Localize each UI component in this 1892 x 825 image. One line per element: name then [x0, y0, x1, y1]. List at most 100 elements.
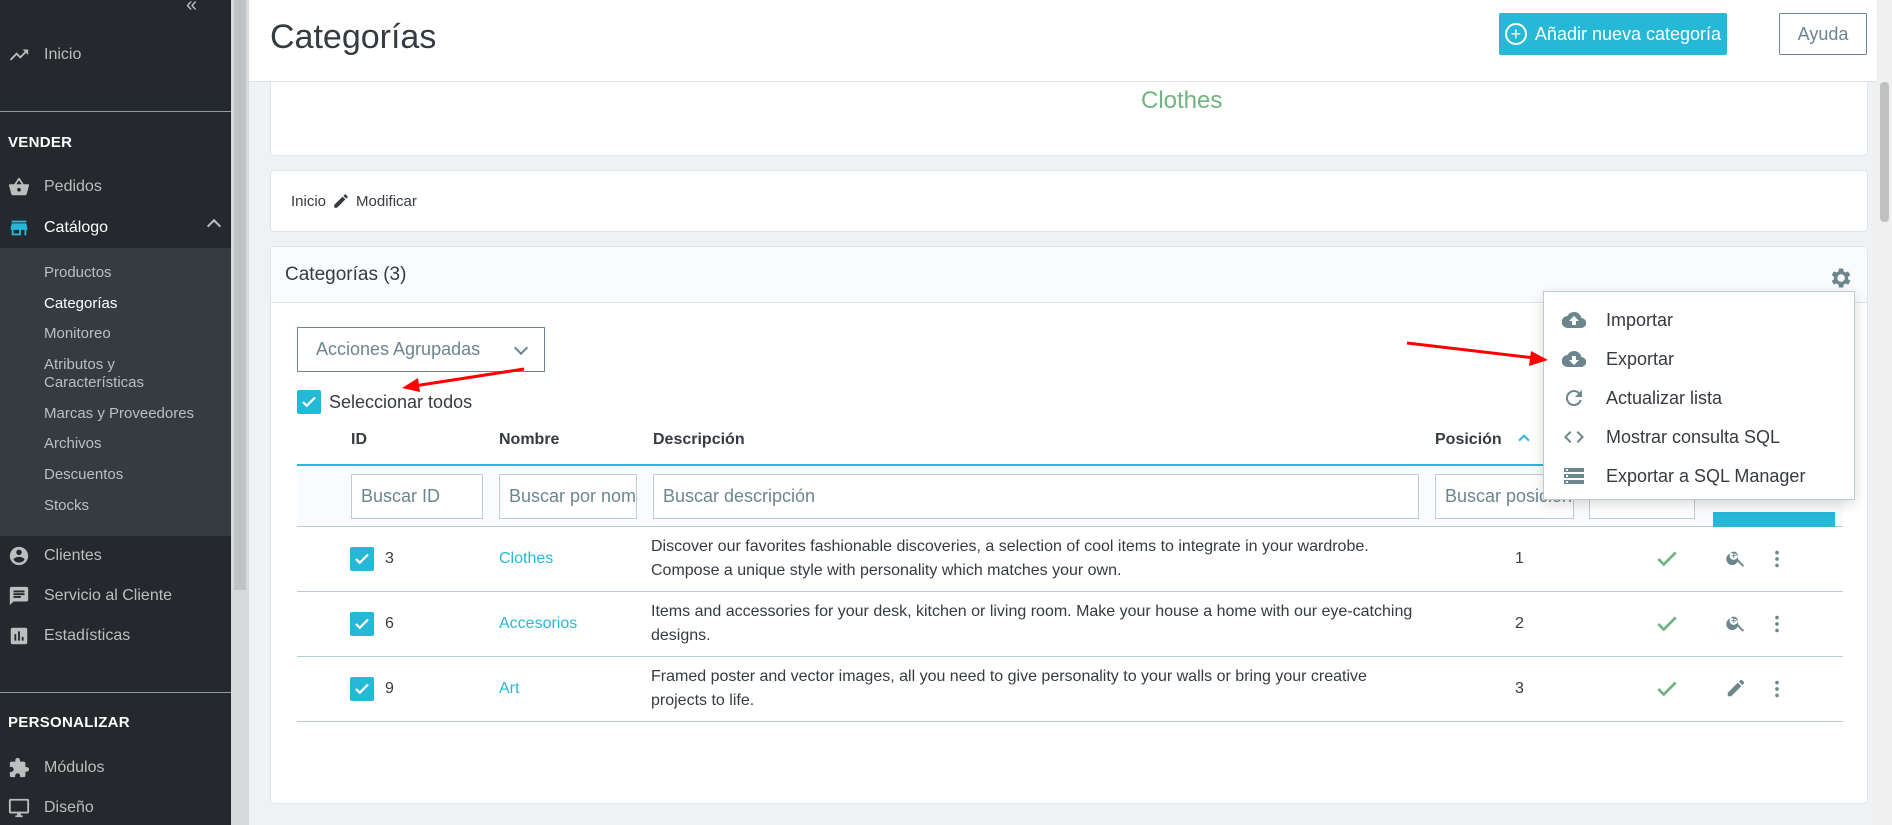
add-circle-icon: + [1504, 23, 1527, 45]
nav-servicio[interactable]: Servicio al Cliente [8, 585, 172, 607]
row-position: 3 [1515, 680, 1524, 697]
row-name-link[interactable]: Clothes [499, 550, 553, 568]
zoom-icon[interactable] [1725, 612, 1747, 634]
nav-pedidos[interactable]: Pedidos [8, 176, 102, 198]
page-header: Categorías + Añadir nueva categoría Ayud… [249, 0, 1877, 82]
list-title: Categorías (3) [285, 264, 407, 285]
zoom-icon[interactable] [1725, 547, 1747, 569]
row-name-link[interactable]: Art [499, 680, 519, 698]
column-name[interactable]: Nombre [499, 431, 559, 449]
check-icon[interactable] [1654, 611, 1680, 637]
category-summary-card: Clothes [270, 70, 1868, 156]
row-position: 2 [1515, 615, 1524, 632]
sidebar-scrollbar[interactable] [231, 0, 249, 825]
section-vender: VENDER [8, 134, 73, 151]
add-category-label: Añadir nueva categoría [1534, 23, 1722, 44]
annotation-arrow [402, 367, 525, 392]
nav-clientes[interactable]: Clientes [8, 545, 102, 567]
nav-estadisticas-label: Estadísticas [44, 627, 131, 644]
trending-up-icon [9, 49, 29, 61]
chat-icon [9, 586, 29, 606]
menu-item-import-label: Importar [1606, 309, 1674, 330]
submenu-monitoreo[interactable]: Monitoreo [44, 325, 111, 343]
table-row: 3 Clothes Discover our favorites fashion… [297, 527, 1843, 592]
collapse-sidebar-icon[interactable]: « [186, 0, 197, 17]
column-description[interactable]: Descripción [653, 431, 745, 449]
category-name-link[interactable]: Clothes [1141, 87, 1222, 115]
nav-diseno-label: Diseño [44, 799, 94, 816]
page-title: Categorías [270, 18, 437, 56]
more-vertical-icon[interactable] [1766, 678, 1788, 700]
row-checkbox[interactable] [350, 547, 374, 571]
row-id: 3 [385, 550, 394, 567]
submenu-descuentos[interactable]: Descuentos [44, 466, 123, 484]
list-options-dropdown: Importar Exportar Actualizar lista Mostr… [1543, 291, 1855, 500]
column-position[interactable]: Posición [1435, 431, 1530, 449]
checkbox-checked-icon [355, 683, 369, 695]
column-id[interactable]: ID [351, 431, 367, 449]
search-button[interactable] [1713, 512, 1835, 527]
menu-item-refresh-label: Actualizar lista [1606, 387, 1723, 408]
help-button[interactable]: Ayuda [1779, 13, 1867, 55]
menu-item-export[interactable]: Exportar [1562, 347, 1674, 371]
checkbox-checked-icon [355, 553, 369, 565]
nav-inicio[interactable]: Inicio [8, 44, 81, 66]
puzzle-icon [9, 757, 30, 778]
chevron-down-icon [513, 340, 529, 355]
gear-icon[interactable] [1827, 265, 1853, 291]
add-category-button[interactable]: + Añadir nueva categoría [1499, 13, 1727, 55]
nav-modulos[interactable]: Módulos [8, 757, 104, 779]
scrollbar-thumb[interactable] [234, 0, 246, 590]
sort-asc-icon [1518, 434, 1530, 446]
submenu-atributos[interactable]: Atributos y Características [44, 356, 194, 392]
nav-inicio-label: Inicio [44, 46, 82, 63]
store-icon [10, 220, 28, 236]
bulk-actions-label: Acciones Agrupadas [316, 339, 481, 359]
check-icon[interactable] [1654, 676, 1680, 702]
nav-estadisticas[interactable]: Estadísticas [8, 625, 130, 647]
row-id: 6 [385, 615, 394, 632]
table-row: 6 Accesorios Items and accessories for y… [297, 592, 1843, 657]
more-vertical-icon[interactable] [1766, 548, 1788, 570]
nav-modulos-label: Módulos [44, 759, 105, 776]
menu-item-show-sql[interactable]: Mostrar consulta SQL [1562, 425, 1780, 449]
row-checkbox[interactable] [350, 677, 374, 701]
row-checkbox[interactable] [350, 612, 374, 636]
page-scrollbar[interactable] [1877, 0, 1892, 825]
chevron-up-icon[interactable] [206, 218, 222, 234]
nav-catalogo[interactable]: Catálogo [8, 217, 108, 239]
scrollbar-thumb[interactable] [1880, 82, 1889, 222]
nav-clientes-label: Clientes [44, 547, 102, 564]
menu-item-sql-manager[interactable]: Exportar a SQL Manager [1562, 464, 1805, 488]
submenu-productos[interactable]: Productos [44, 264, 112, 282]
code-icon [1564, 431, 1584, 443]
row-position: 1 [1515, 550, 1524, 567]
catalog-submenu: Productos Categorías Monitoreo Atributos… [0, 248, 231, 536]
nav-diseno[interactable]: Diseño [8, 797, 94, 819]
menu-item-refresh[interactable]: Actualizar lista [1562, 386, 1722, 410]
submenu-categorias[interactable]: Categorías [44, 295, 117, 313]
breadcrumb-card: Inicio Modificar [270, 170, 1868, 232]
filter-id-input[interactable]: Buscar ID [351, 474, 483, 519]
pencil-icon[interactable] [1725, 677, 1747, 699]
submenu-archivos[interactable]: Archivos [44, 435, 102, 453]
row-name-link[interactable]: Accesorios [499, 615, 577, 633]
submenu-marcas[interactable]: Marcas y Proveedores [44, 405, 194, 423]
row-description: Items and accessories for your desk, kit… [651, 603, 1413, 644]
bar-chart-icon [10, 627, 28, 645]
row-description: Framed poster and vector images, all you… [651, 668, 1367, 709]
filter-name-input[interactable]: Buscar por nombre [499, 474, 637, 519]
breadcrumb: Inicio Modificar [291, 192, 417, 210]
filter-description-input[interactable]: Buscar descripción [653, 474, 1419, 519]
table-row: 9 Art Framed poster and vector images, a… [297, 657, 1843, 722]
check-icon[interactable] [1654, 546, 1680, 572]
cloud-download-icon [1562, 350, 1586, 368]
submenu-stocks[interactable]: Stocks [44, 497, 89, 515]
nav-catalogo-label: Catálogo [44, 219, 109, 236]
menu-item-export-label: Exportar [1606, 348, 1675, 369]
menu-item-import[interactable]: Importar [1562, 308, 1673, 332]
breadcrumb-edit[interactable]: Modificar [356, 193, 417, 210]
storage-icon [1564, 468, 1584, 484]
breadcrumb-home[interactable]: Inicio [291, 193, 326, 210]
more-vertical-icon[interactable] [1766, 613, 1788, 635]
